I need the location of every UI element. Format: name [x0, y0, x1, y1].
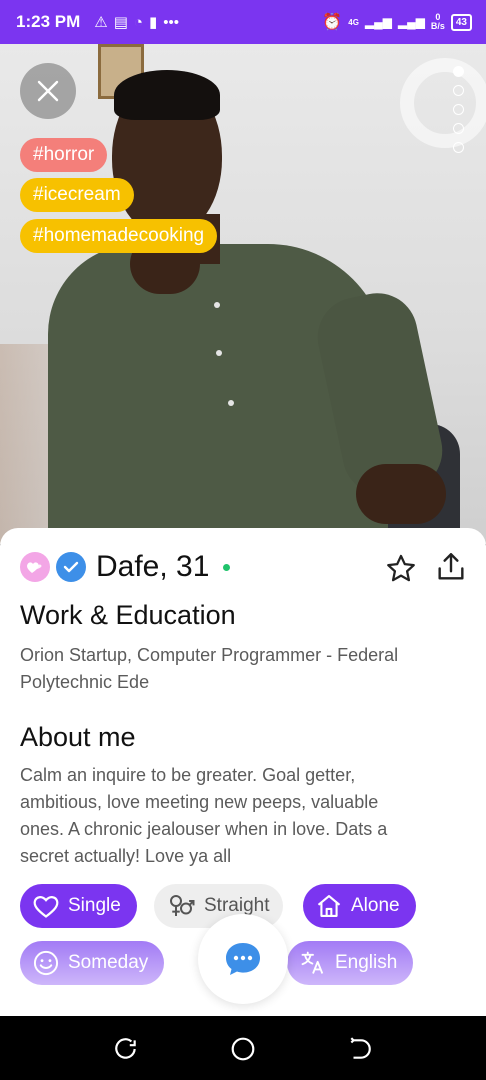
pager-dot[interactable]	[453, 66, 464, 77]
gender-icon	[170, 895, 195, 916]
recents-icon[interactable]	[113, 1036, 139, 1062]
system-icons: ⏰ 4G ▂▄▆ ▂▄▆ 0 B/s 43	[322, 12, 472, 32]
data-speed: 0 B/s	[431, 13, 445, 31]
work-education-line: Orion Startup, Computer Programmer - Fed…	[20, 645, 399, 665]
watermark-logo	[400, 58, 486, 148]
back-icon[interactable]	[347, 1036, 373, 1062]
pager-dot[interactable]	[453, 123, 464, 134]
hand	[356, 464, 446, 524]
language-label: English	[335, 952, 398, 973]
notification-icons: ⚠ ▤ ◔ ▮ •••	[94, 13, 179, 32]
home-nav-icon[interactable]	[230, 1036, 256, 1062]
shirt-button	[214, 302, 220, 308]
close-button[interactable]	[20, 63, 76, 119]
about-line: secret actually! Love ya all	[20, 846, 232, 866]
data-speed-unit: B/s	[430, 21, 445, 31]
interest-tag: #homemadecooking	[20, 219, 218, 253]
interest-tag: #icecream	[20, 178, 134, 212]
living-chip[interactable]: Alone	[303, 884, 416, 928]
favorite-button[interactable]	[384, 552, 418, 586]
work-education-heading: Work & Education	[20, 600, 236, 630]
about-line: ambitious, love meeting new peeps, valua…	[20, 792, 379, 812]
app-icon: ◔	[133, 13, 143, 31]
pager-dot[interactable]	[453, 142, 464, 153]
living-label: Alone	[351, 895, 400, 916]
profile-photo[interactable]	[0, 44, 486, 544]
about-heading: About me	[20, 722, 136, 752]
warning-icon: ⚠	[94, 14, 108, 31]
interest-tag: #horror	[20, 138, 108, 172]
verified-badge-icon	[56, 552, 86, 582]
kids-label: Someday	[68, 952, 149, 973]
more-icon: •••	[163, 13, 179, 31]
kids-chip[interactable]: Someday	[20, 941, 165, 985]
status-bar: 1:23 PM ⚠ ▤ ◔ ▮ ••• ⏰ 4G ▂▄▆ ▂▄▆ 0 B/s 4…	[0, 0, 486, 44]
profile-card: Dafe, 31 Work & Education Orion Startup,…	[0, 528, 486, 1016]
network-label: 4G	[348, 17, 359, 27]
hair	[114, 70, 220, 120]
home-icon	[317, 895, 341, 917]
alarm-icon: ⏰	[322, 14, 343, 31]
share-icon	[438, 553, 464, 580]
profile-name-age: Dafe, 31	[96, 550, 210, 583]
photo-pager[interactable]	[453, 66, 464, 153]
about-line: ones. A chronic jealouser when in love. …	[20, 819, 388, 839]
relationship-chip[interactable]: Single	[20, 884, 137, 928]
language-chip[interactable]: English	[287, 941, 414, 985]
shirt-button	[228, 400, 234, 406]
relationship-label: Single	[68, 895, 121, 916]
chat-button[interactable]	[198, 914, 288, 1004]
work-education-line: Polytechnic Ede	[20, 672, 150, 692]
work-education-text: Orion Startup, Computer Programmer - Fed…	[20, 642, 460, 696]
close-icon	[37, 80, 59, 102]
smiley-icon	[33, 950, 59, 976]
star-icon	[387, 554, 415, 582]
about-line: Calm an inquire to be greater. Goal gett…	[20, 765, 356, 785]
hearts-badge-icon	[20, 552, 50, 582]
signal-icon: ▂▄▆	[364, 15, 392, 29]
name-row: Dafe, 31	[20, 550, 231, 584]
status-time: 1:23 PM	[16, 12, 81, 31]
translate-icon	[301, 951, 324, 974]
signal-icon-2: ▂▄▆	[397, 15, 425, 29]
pager-dot[interactable]	[453, 85, 464, 96]
file-icon: ▮	[148, 14, 158, 31]
pager-dot[interactable]	[453, 104, 464, 115]
about-text: Calm an inquire to be greater. Goal gett…	[20, 762, 460, 870]
online-indicator	[223, 563, 231, 571]
heart-icon	[33, 896, 59, 918]
share-button[interactable]	[434, 550, 468, 584]
chat-icon	[226, 943, 260, 975]
message-icon: ▤	[113, 14, 128, 31]
system-nav-bar	[0, 1016, 486, 1080]
battery-icon: 43	[450, 13, 472, 31]
shirt-button	[216, 350, 222, 356]
